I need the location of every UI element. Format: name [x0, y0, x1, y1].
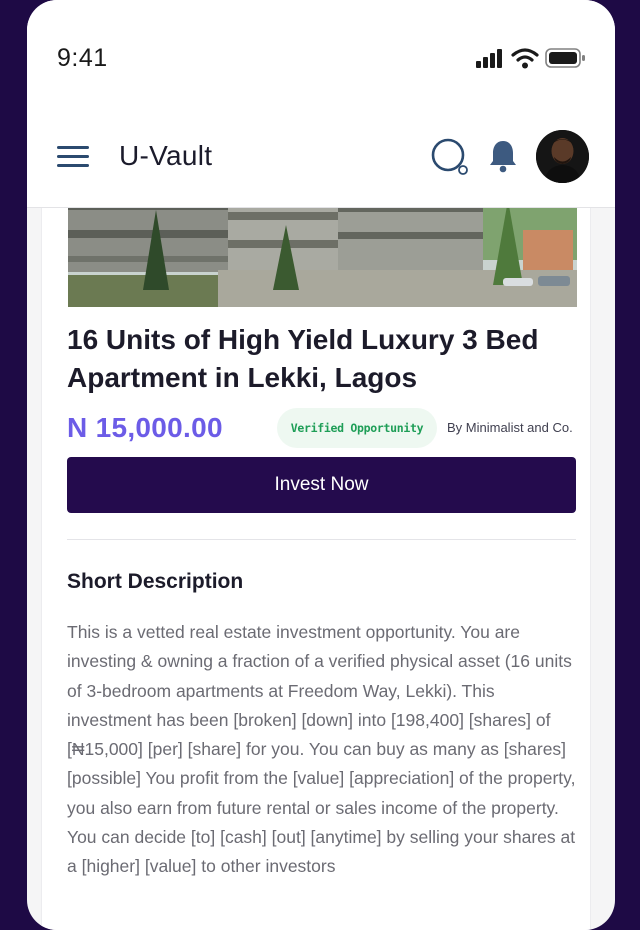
listing-card: 16 Units of High Yield Luxury 3 Bed Apar…: [41, 190, 591, 930]
wifi-icon: [511, 48, 539, 69]
notification-bell-icon[interactable]: [489, 139, 517, 173]
hamburger-menu-icon[interactable]: [57, 146, 89, 168]
app-title: U-Vault: [119, 140, 213, 171]
user-avatar[interactable]: [536, 130, 589, 183]
property-title: 16 Units of High Yield Luxury 3 Bed Apar…: [67, 324, 539, 393]
invest-now-button[interactable]: Invest Now: [67, 457, 576, 513]
section-divider: [67, 539, 576, 540]
share-price: N 15,000.00: [67, 412, 223, 443]
description-heading: Short Description: [67, 570, 244, 593]
battery-icon: [545, 48, 585, 68]
app-header: 9:41 U-Vault: [27, 0, 615, 208]
search-icon[interactable]: [431, 138, 471, 176]
status-time: 9:41: [57, 44, 108, 72]
phone-frame: 9:41 U-Vault 16 Units of High Yield Luxu…: [27, 0, 615, 930]
cellular-signal-icon: [476, 49, 502, 68]
description-text: This is a vetted real estate investment …: [67, 622, 576, 877]
sponsor-label: By Minimalist and Co.: [447, 420, 573, 435]
verified-badge: Verified Opportunity: [277, 408, 437, 448]
